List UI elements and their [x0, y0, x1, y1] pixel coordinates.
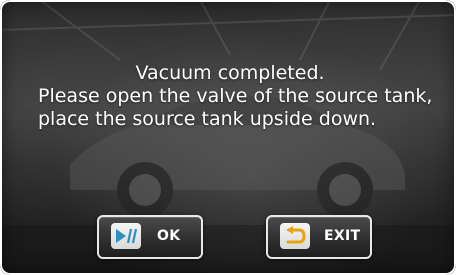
dialog-screen: Vacuum completed. Please open the valve …	[0, 0, 456, 275]
message-body: Please open the valve of the source tank…	[38, 85, 433, 130]
ok-button-label: OK	[157, 228, 181, 244]
ok-button[interactable]: OK	[97, 215, 203, 259]
message-title: Vacuum completed.	[135, 62, 325, 84]
exit-button-label: EXIT	[324, 228, 361, 244]
dialog-message: Vacuum completed. Please open the valve …	[0, 62, 456, 131]
exit-button[interactable]: EXIT	[266, 215, 372, 259]
return-arrow-icon	[280, 223, 310, 249]
background-image	[0, 0, 456, 275]
play-pause-icon	[111, 223, 141, 249]
